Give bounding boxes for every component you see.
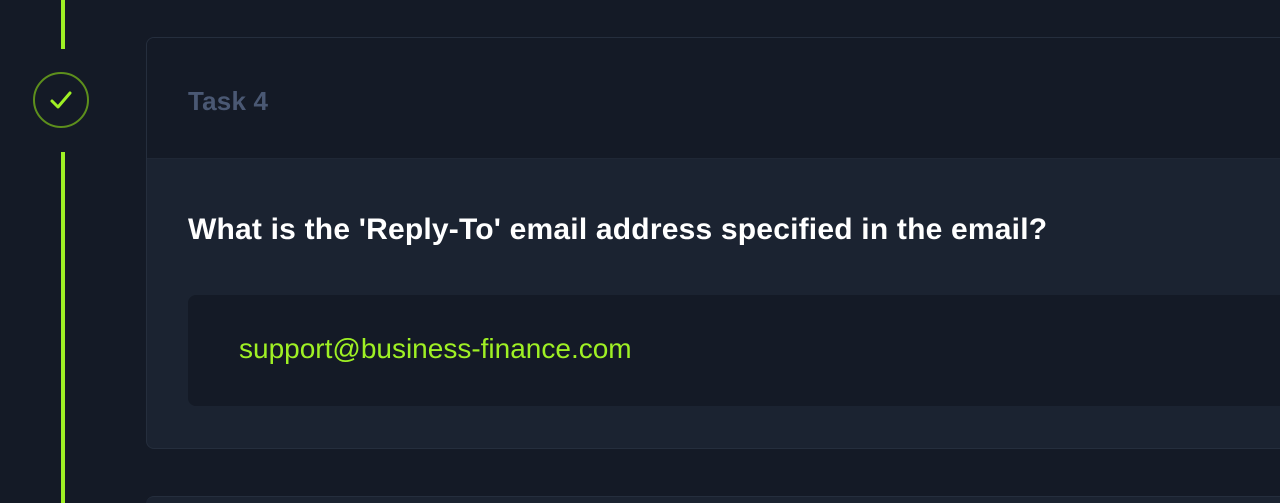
next-task-card[interactable] xyxy=(146,496,1280,503)
task-header[interactable]: Task 4 xyxy=(147,38,1280,159)
checkmark-icon xyxy=(50,91,72,109)
answer-field[interactable]: support@business-finance.com xyxy=(188,295,1280,406)
question-text: What is the 'Reply-To' email address spe… xyxy=(188,213,1048,246)
answer-value: support@business-finance.com xyxy=(239,333,632,364)
task-title: Task 4 xyxy=(188,86,269,116)
timeline-line xyxy=(61,0,65,49)
task-card: Task 4 What is the 'Reply-To' email addr… xyxy=(146,37,1280,449)
task-completed-indicator xyxy=(33,72,89,128)
timeline-line xyxy=(61,152,65,503)
task-page: Task 4 What is the 'Reply-To' email addr… xyxy=(0,0,1280,503)
task-body: What is the 'Reply-To' email address spe… xyxy=(147,159,1280,448)
